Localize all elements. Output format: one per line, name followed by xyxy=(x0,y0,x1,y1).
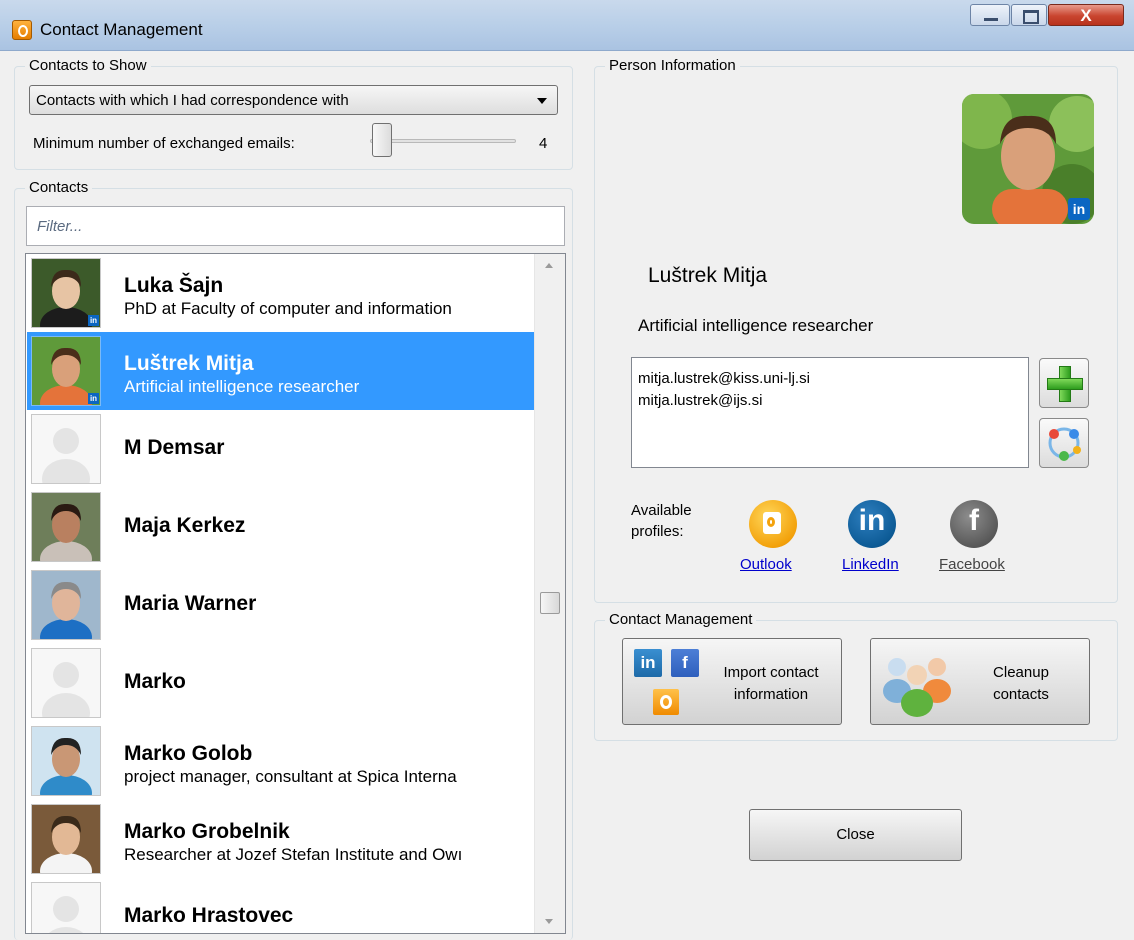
scroll-up-icon[interactable] xyxy=(535,254,565,276)
sync-icon xyxy=(1048,427,1081,461)
email-item[interactable]: mitja.lustrek@kiss.uni-lj.si xyxy=(638,368,1022,390)
avatar xyxy=(31,570,101,640)
title-bar: Contact Management X xyxy=(0,0,1134,51)
linkedin-icon[interactable]: in xyxy=(848,500,896,548)
person-title: Artificial intelligence researcher xyxy=(638,316,874,335)
list-item[interactable]: in Luštrek Mitja Artificial intelligence r… xyxy=(27,332,534,410)
maximize-icon xyxy=(1023,10,1039,24)
linkedin-badge-icon: in xyxy=(1068,198,1090,220)
list-item[interactable]: Maria Warner xyxy=(27,566,534,644)
cleanup-contacts-button[interactable]: Cleanup contacts xyxy=(870,638,1090,725)
close-button[interactable]: Close xyxy=(749,809,962,861)
list-item[interactable]: in Luka Šajn PhD at Faculty of computer an… xyxy=(27,254,534,332)
add-email-button[interactable] xyxy=(1039,358,1089,408)
avatar xyxy=(31,648,101,718)
maximize-button[interactable] xyxy=(1011,4,1047,26)
min-emails-label: Minimum number of exchanged emails: xyxy=(33,135,295,152)
avatar: in xyxy=(31,336,101,406)
outlook-icon[interactable] xyxy=(749,500,797,548)
contacts-filter-dropdown[interactable]: Contacts with which I had correspondence… xyxy=(29,85,558,115)
contact-name: Maja Kerkez xyxy=(124,514,246,537)
linkedin-badge-icon: in xyxy=(88,393,99,404)
close-icon: X xyxy=(1080,6,1092,25)
facebook-icon[interactable]: f xyxy=(950,500,998,548)
contact-name: Marko xyxy=(124,670,186,693)
outlook-profile-link[interactable]: Outlook xyxy=(740,556,792,573)
group-title: Contacts to Show xyxy=(25,57,151,74)
chevron-down-icon xyxy=(537,98,547,104)
avatar xyxy=(31,804,101,874)
contact-name: M Demsar xyxy=(124,436,225,459)
min-emails-value: 4 xyxy=(539,135,548,152)
contacts-list[interactable]: Marko Hrastovec Marko Grobelnik Researcher… xyxy=(25,253,566,934)
linkedin-badge-icon: in xyxy=(88,315,99,326)
avatar xyxy=(31,882,101,933)
person-photo: in xyxy=(962,94,1094,224)
dropdown-value: Contacts with which I had correspondence… xyxy=(36,92,349,109)
contact-subtitle: Artificial intelligence researcher xyxy=(124,377,360,396)
contact-name: Marko Hrastovec xyxy=(124,904,294,927)
contact-subtitle: Researcher at Jozef Stefan Institute and… xyxy=(124,845,463,864)
contact-name: Marko Grobelnik xyxy=(124,820,290,843)
linkedin-icon: in xyxy=(634,649,662,677)
avatar: in xyxy=(31,258,101,328)
contact-name: Luka Šajn xyxy=(124,274,224,297)
minimize-button[interactable] xyxy=(970,4,1010,26)
scrollbar-thumb[interactable] xyxy=(540,592,560,614)
filter-input[interactable] xyxy=(27,207,564,245)
outlook-app-icon xyxy=(12,20,32,40)
linkedin-profile-link[interactable]: LinkedIn xyxy=(842,556,899,573)
contact-name: Marko Golob xyxy=(124,742,253,765)
list-scrollbar[interactable] xyxy=(534,254,565,933)
list-item[interactable]: Marko Golob project manager, consultant a… xyxy=(27,722,534,800)
avatar xyxy=(31,492,101,562)
filter-field[interactable] xyxy=(26,206,565,246)
person-name: Luštrek Mitja xyxy=(648,264,768,287)
email-item[interactable]: mitja.lustrek@ijs.si xyxy=(638,390,1022,412)
sync-button[interactable] xyxy=(1039,418,1089,468)
min-emails-slider-thumb[interactable] xyxy=(372,123,392,157)
contact-name: Maria Warner xyxy=(124,592,257,615)
import-contact-information-button[interactable]: in f Import contact information xyxy=(622,638,842,725)
available-profiles-label: Available profiles: xyxy=(631,502,692,540)
outlook-icon xyxy=(653,689,679,715)
scroll-down-icon[interactable] xyxy=(535,911,565,933)
contact-subtitle: project manager, consultant at Spica Int… xyxy=(124,767,457,786)
facebook-icon: f xyxy=(671,649,699,677)
email-list[interactable]: mitja.lustrek@kiss.uni-lj.si mitja.lustr… xyxy=(631,357,1029,468)
cleanup-button-label: Cleanup contacts xyxy=(993,664,1049,703)
list-item[interactable]: Marko Grobelnik Researcher at Jozef Stefa… xyxy=(27,800,534,878)
list-item[interactable]: M Demsar xyxy=(27,410,534,488)
avatar xyxy=(31,726,101,796)
group-title: Contacts xyxy=(25,179,93,196)
avatar xyxy=(31,414,101,484)
close-window-button[interactable]: X xyxy=(1048,4,1124,26)
people-group-icon xyxy=(883,658,951,717)
facebook-profile-link[interactable]: Facebook xyxy=(939,556,1005,573)
group-title: Contact Management xyxy=(605,611,757,628)
window-title: Contact Management xyxy=(40,20,203,39)
list-item[interactable]: Marko Hrastovec xyxy=(27,878,534,933)
list-item[interactable]: Maja Kerkez xyxy=(27,488,534,566)
minimize-icon xyxy=(984,18,998,21)
contact-subtitle: PhD at Faculty of computer and informati… xyxy=(124,299,452,318)
list-item[interactable]: Marko xyxy=(27,644,534,722)
import-button-label: Import contact information xyxy=(723,664,819,703)
contact-name: Luštrek Mitja xyxy=(124,352,254,375)
group-title: Person Information xyxy=(605,57,740,74)
contacts-to-show-group: Contacts to Show xyxy=(14,57,573,170)
